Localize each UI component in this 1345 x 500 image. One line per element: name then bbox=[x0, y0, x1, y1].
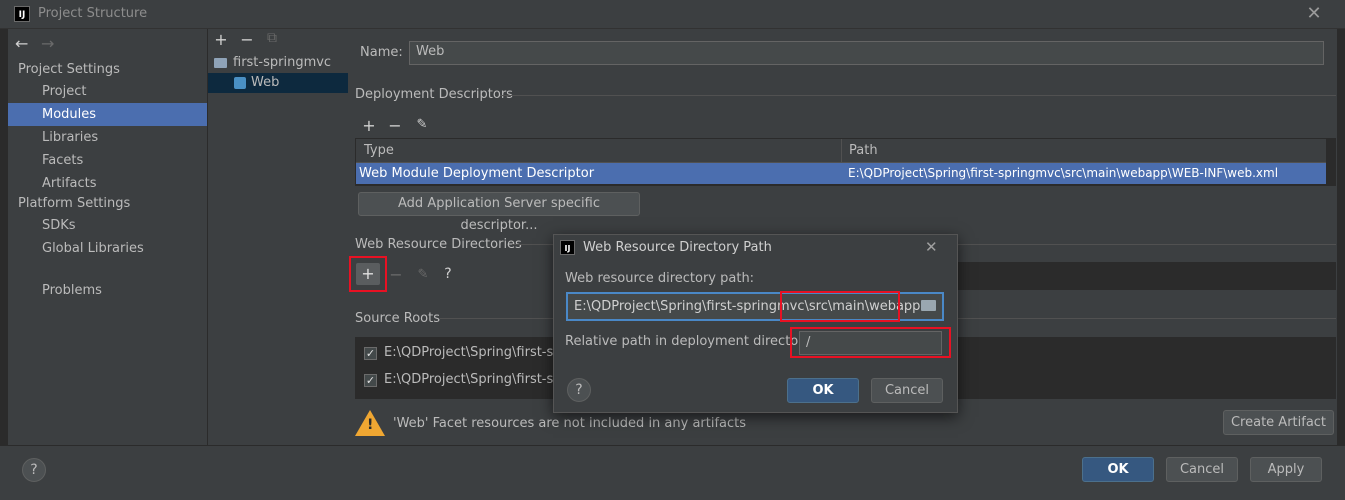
dialog-help-button[interactable]: ? bbox=[567, 378, 591, 402]
path-label: Web resource directory path: bbox=[565, 271, 755, 286]
nav-item-sdks[interactable]: SDKs bbox=[8, 214, 207, 237]
add-web-resource-dir-button[interactable]: + bbox=[356, 263, 380, 285]
edit-descriptor-pencil-icon[interactable]: ✎ bbox=[413, 117, 431, 132]
source-root-path: E:\QDProject\Spring\first-spr bbox=[384, 372, 567, 387]
web-facet-icon bbox=[234, 77, 246, 89]
nav-item-libraries[interactable]: Libraries bbox=[8, 126, 207, 149]
dialog-ok-button[interactable]: OK bbox=[787, 378, 859, 403]
source-roots-title: Source Roots bbox=[355, 311, 441, 326]
remove-module-button[interactable]: − bbox=[238, 30, 256, 49]
highlight-relative-path bbox=[790, 327, 951, 358]
nav-item-project[interactable]: Project bbox=[8, 80, 207, 103]
edit-web-resource-dir-pencil-icon[interactable]: ✎ bbox=[414, 267, 432, 282]
web-resource-dirs-table bbox=[957, 262, 1336, 290]
module-folder-icon bbox=[214, 58, 227, 68]
cancel-button[interactable]: Cancel bbox=[1166, 457, 1238, 482]
dialog-logo-icon: IJ bbox=[560, 240, 575, 255]
footer-help-button[interactable]: ? bbox=[22, 458, 46, 482]
web-resource-dirs-title: Web Resource Directories bbox=[355, 237, 522, 252]
warning-exclamation: ! bbox=[367, 417, 374, 433]
platform-settings-header: Platform Settings bbox=[18, 196, 131, 211]
title-bar bbox=[0, 0, 1345, 29]
highlight-path-suffix bbox=[780, 291, 900, 322]
apply-button[interactable]: Apply bbox=[1250, 457, 1322, 482]
dialog-close-icon[interactable]: ✕ bbox=[925, 238, 938, 256]
browse-folder-icon[interactable] bbox=[921, 300, 936, 311]
table-cell-type: Web Module Deployment Descriptor bbox=[359, 166, 595, 181]
ok-button[interactable]: OK bbox=[1082, 457, 1154, 482]
name-label: Name: bbox=[360, 45, 403, 60]
add-descriptor-button[interactable]: + bbox=[360, 116, 378, 135]
nav-item-modules[interactable]: Modules bbox=[8, 103, 207, 126]
source-root-checkbox[interactable]: ✓ bbox=[364, 347, 377, 360]
tree-item-web[interactable]: Web bbox=[234, 73, 279, 93]
project-settings-header: Project Settings bbox=[18, 62, 120, 77]
window-title: Project Structure bbox=[38, 6, 148, 21]
section-divider bbox=[500, 95, 1336, 96]
intellij-logo-icon: IJ bbox=[14, 6, 30, 22]
nav-item-artifacts[interactable]: Artifacts bbox=[8, 172, 207, 195]
nav-item-global-libraries[interactable]: Global Libraries bbox=[8, 237, 207, 260]
dialog-cancel-button[interactable]: Cancel bbox=[871, 378, 943, 403]
table-cell-path: E:\QDProject\Spring\first-springmvc\src\… bbox=[848, 166, 1279, 180]
remove-descriptor-button[interactable]: − bbox=[386, 116, 404, 135]
back-arrow-icon[interactable]: ← bbox=[15, 34, 28, 53]
dialog-title: Web Resource Directory Path bbox=[583, 240, 772, 255]
remove-web-resource-dir-button[interactable]: − bbox=[387, 265, 405, 284]
deployment-descriptors-title: Deployment Descriptors bbox=[355, 87, 513, 102]
nav-item-problems[interactable]: Problems bbox=[8, 279, 207, 302]
create-artifact-button[interactable]: Create Artifact bbox=[1223, 410, 1334, 435]
source-root-checkbox[interactable]: ✓ bbox=[364, 374, 377, 387]
tree-item-first-springmvc[interactable]: first-springmvc bbox=[214, 53, 331, 73]
add-module-button[interactable]: + bbox=[212, 30, 230, 49]
window-close-icon[interactable]: ✕ bbox=[1303, 3, 1325, 25]
add-server-descriptor-button[interactable]: Add Application Server specific descript… bbox=[358, 192, 640, 233]
name-input[interactable]: Web bbox=[409, 41, 1324, 65]
nav-item-facets[interactable]: Facets bbox=[8, 149, 207, 172]
copy-module-button[interactable]: ⧉ bbox=[263, 30, 281, 46]
warning-text: 'Web' Facet resources are not included i… bbox=[393, 416, 747, 431]
column-path-header[interactable]: Path bbox=[849, 143, 878, 158]
column-divider bbox=[841, 139, 842, 162]
forward-arrow-icon[interactable]: → bbox=[41, 34, 54, 53]
column-type-header[interactable]: Type bbox=[364, 143, 394, 158]
source-root-path: E:\QDProject\Spring\first-spr bbox=[384, 345, 567, 360]
relative-path-label: Relative path in deployment directory: bbox=[565, 334, 815, 349]
help-question-icon[interactable]: ? bbox=[439, 266, 457, 282]
